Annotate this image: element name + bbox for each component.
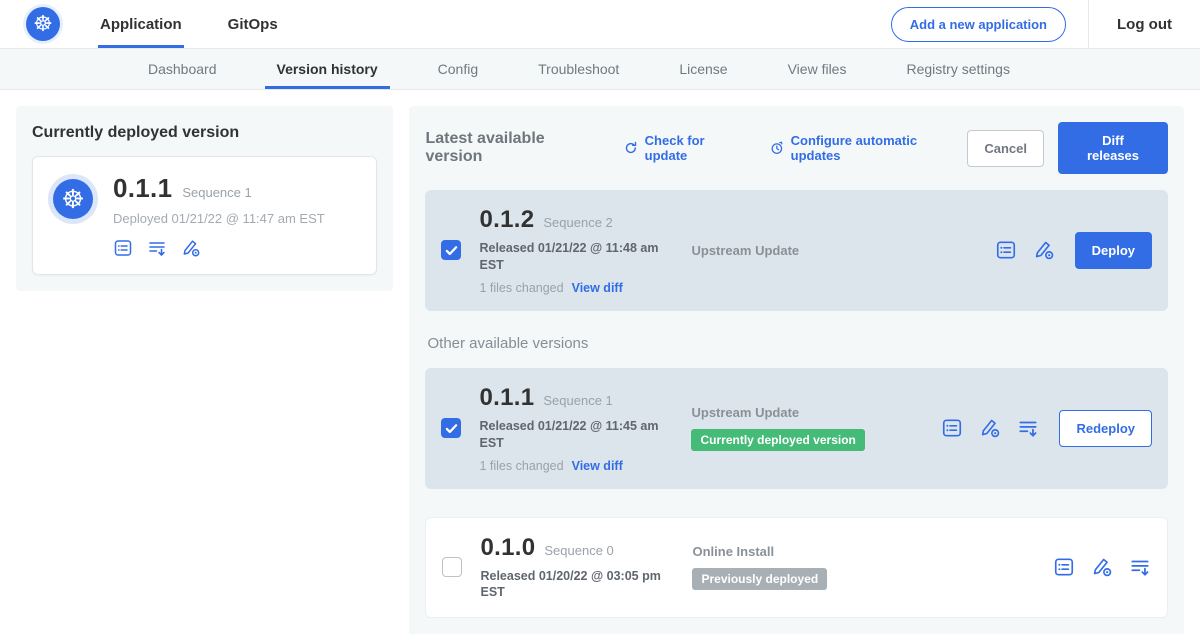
source-label: Upstream Update — [691, 405, 941, 420]
tab-license-label: License — [679, 61, 727, 77]
sequence-label: Sequence 1 — [543, 393, 612, 408]
tab-application[interactable]: Application — [98, 0, 184, 48]
sequence-label: Sequence 0 — [544, 543, 613, 558]
currently-deployed-title: Currently deployed version — [32, 124, 377, 142]
tab-view-files[interactable]: View files — [758, 49, 877, 89]
configure-automatic-updates-label: Configure automatic updates — [791, 133, 968, 163]
release-notes-icon[interactable] — [995, 239, 1017, 261]
released-timestamp: Released 01/21/22 @ 11:45 am EST — [479, 418, 667, 452]
version-actions: Redeploy — [941, 410, 1152, 447]
version-number: 0.1.2 — [479, 206, 534, 234]
view-diff-link[interactable]: View diff — [572, 281, 623, 295]
version-source: Online Install Previously deployed — [692, 544, 942, 590]
source-label: Online Install — [692, 544, 942, 559]
latest-version-header: Latest available version Check for updat… — [425, 122, 1168, 174]
currently-deployed-badge: Currently deployed version — [691, 429, 864, 451]
release-notes-icon[interactable] — [941, 417, 963, 439]
version-info: 0.1.2 Sequence 2 Released 01/21/22 @ 11:… — [479, 206, 691, 295]
edit-config-icon[interactable] — [181, 238, 201, 258]
tab-application-label: Application — [100, 16, 182, 33]
version-info: 0.1.0 Sequence 0 Released 01/20/22 @ 03:… — [480, 534, 692, 602]
spacer — [425, 489, 1168, 517]
released-timestamp: Released 01/21/22 @ 11:48 am EST — [479, 240, 667, 274]
tab-dashboard-label: Dashboard — [148, 61, 217, 77]
tab-troubleshoot-label: Troubleshoot — [538, 61, 619, 77]
logout-button[interactable]: Log out — [1089, 0, 1200, 48]
deployed-actions — [113, 238, 325, 258]
version-actions: Deploy — [995, 232, 1152, 269]
schedule-update-icon — [769, 140, 785, 156]
view-diff-link[interactable]: View diff — [572, 459, 623, 473]
currently-deployed-panel: Currently deployed version ☸ 0.1.1 Seque… — [16, 106, 393, 291]
tab-troubleshoot[interactable]: Troubleshoot — [508, 49, 649, 89]
check-icon — [445, 244, 458, 257]
kubernetes-logo-icon: ☸ — [26, 7, 60, 41]
latest-version-title: Latest available version — [425, 130, 602, 166]
check-icon — [445, 422, 458, 435]
version-source: Upstream Update Currently deployed versi… — [691, 405, 941, 451]
source-label: Upstream Update — [691, 243, 941, 258]
tab-view-files-label: View files — [788, 61, 847, 77]
files-changed-label: 1 files changed — [479, 459, 563, 473]
tab-registry-settings[interactable]: Registry settings — [876, 49, 1039, 89]
check-for-update-link[interactable]: Check for update — [623, 133, 749, 163]
tab-config[interactable]: Config — [408, 49, 508, 89]
deployed-version-details: 0.1.1 Sequence 1 Deployed 01/21/22 @ 11:… — [113, 173, 325, 258]
tab-dashboard[interactable]: Dashboard — [118, 49, 247, 89]
version-actions — [1053, 556, 1151, 578]
release-notes-icon[interactable] — [113, 238, 133, 258]
deploy-button[interactable]: Deploy — [1075, 232, 1152, 269]
files-changed-label: 1 files changed — [479, 281, 563, 295]
deployed-timestamp: Deployed 01/21/22 @ 11:47 am EST — [113, 211, 325, 226]
version-source: Upstream Update — [691, 243, 941, 258]
previously-deployed-badge: Previously deployed — [692, 568, 827, 590]
tab-version-history-label: Version history — [277, 61, 378, 77]
deployed-version-number: 0.1.1 — [113, 173, 172, 204]
version-row-0-1-0: 0.1.0 Sequence 0 Released 01/20/22 @ 03:… — [425, 517, 1168, 619]
version-info: 0.1.1 Sequence 1 Released 01/21/22 @ 11:… — [479, 384, 691, 473]
other-versions-title: Other available versions — [427, 335, 1166, 352]
version-history-panel: Latest available version Check for updat… — [409, 106, 1184, 634]
kubernetes-helm-glyph: ☸ — [33, 13, 53, 35]
edit-config-icon[interactable] — [1091, 556, 1113, 578]
version-checkbox[interactable] — [441, 240, 461, 260]
redeploy-button[interactable]: Redeploy — [1059, 410, 1152, 447]
version-number: 0.1.1 — [479, 384, 534, 412]
version-number: 0.1.0 — [480, 534, 535, 562]
diff-releases-button[interactable]: Diff releases — [1058, 122, 1168, 174]
version-row-0-1-2: 0.1.2 Sequence 2 Released 01/21/22 @ 11:… — [425, 190, 1168, 311]
version-checkbox[interactable] — [441, 418, 461, 438]
edit-config-icon[interactable] — [1033, 239, 1055, 261]
deploy-logs-icon[interactable] — [147, 238, 167, 258]
release-notes-icon[interactable] — [1053, 556, 1075, 578]
kubernetes-app-icon: ☸ — [53, 179, 93, 219]
check-for-update-label: Check for update — [645, 133, 749, 163]
deploy-logs-icon[interactable] — [1017, 417, 1039, 439]
topnav-right: Add a new application Log out — [891, 0, 1200, 48]
tab-gitops[interactable]: GitOps — [226, 0, 280, 48]
tab-config-label: Config — [438, 61, 478, 77]
tab-version-history[interactable]: Version history — [247, 49, 408, 89]
topnav-tabs: Application GitOps — [98, 0, 322, 48]
released-timestamp: Released 01/20/22 @ 03:05 pm EST — [480, 568, 668, 602]
tab-license[interactable]: License — [649, 49, 757, 89]
add-new-application-button[interactable]: Add a new application — [891, 7, 1066, 42]
main-content: Currently deployed version ☸ 0.1.1 Seque… — [0, 90, 1200, 634]
edit-config-icon[interactable] — [979, 417, 1001, 439]
tab-gitops-label: GitOps — [228, 16, 278, 33]
tab-registry-settings-label: Registry settings — [906, 61, 1009, 77]
top-nav: ☸ Application GitOps Add a new applicati… — [0, 0, 1200, 49]
configure-automatic-updates-link[interactable]: Configure automatic updates — [769, 133, 967, 163]
kubernetes-helm-glyph: ☸ — [61, 186, 84, 212]
deploy-logs-icon[interactable] — [1129, 556, 1151, 578]
currently-deployed-card: ☸ 0.1.1 Sequence 1 Deployed 01/21/22 @ 1… — [32, 156, 377, 275]
refresh-icon — [623, 140, 639, 156]
app-sub-nav: Dashboard Version history Config Trouble… — [0, 49, 1200, 90]
deployed-sequence-label: Sequence 1 — [182, 185, 251, 200]
version-row-0-1-1: 0.1.1 Sequence 1 Released 01/21/22 @ 11:… — [425, 368, 1168, 489]
sequence-label: Sequence 2 — [543, 215, 612, 230]
version-checkbox[interactable] — [442, 557, 462, 577]
cancel-button[interactable]: Cancel — [967, 130, 1044, 167]
